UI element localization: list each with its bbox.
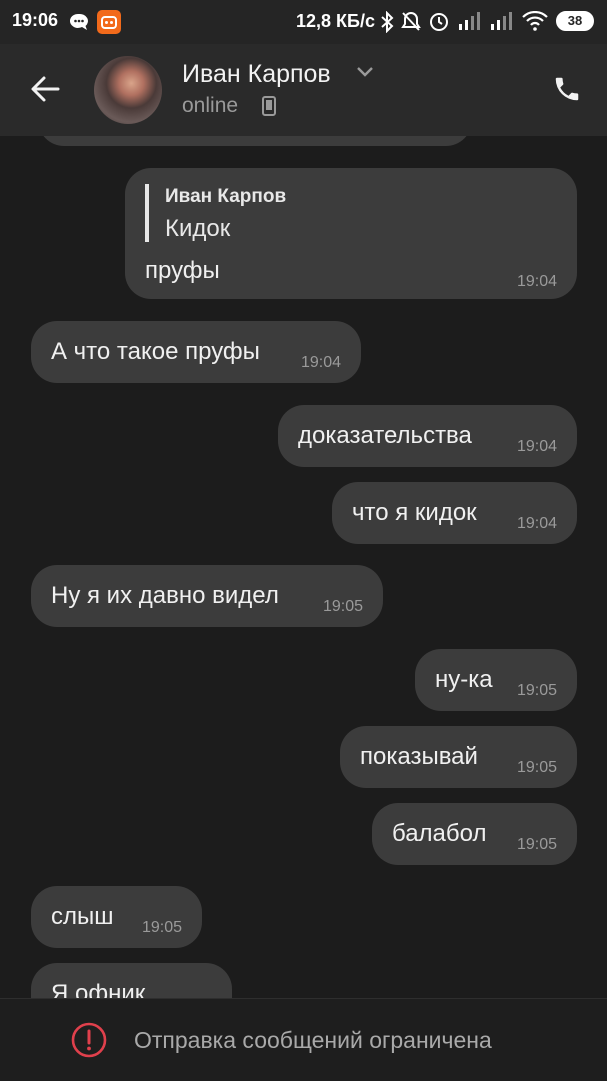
message-bubble-in[interactable]: Ну я их давно видел 19:05 — [31, 565, 383, 627]
chat-bubble-icon — [70, 13, 88, 30]
message-bubble-in[interactable]: А что такое пруфы 19:04 — [31, 321, 361, 383]
contact-status: online — [182, 94, 239, 117]
message-time: 19:05 — [516, 836, 557, 853]
message-bubble-out[interactable]: что я кидок 19:04 — [332, 482, 577, 544]
message-time: 19:04 — [516, 273, 557, 290]
app-notification-icon — [97, 10, 121, 34]
message-text: слыш — [51, 903, 114, 930]
message-text: балабол — [392, 820, 487, 847]
quoted-author: Иван Карпов — [165, 186, 287, 207]
message-text: Ну я их давно видел — [51, 582, 279, 609]
contact-name[interactable]: Иван Карпов — [182, 60, 331, 89]
message-time: 19:04 — [300, 354, 341, 371]
chat-header: Иван Карпов online — [0, 44, 607, 136]
message-time: 19:04 — [516, 515, 557, 532]
call-icon[interactable] — [552, 74, 582, 104]
message-bubble-out[interactable]: показывай 19:05 — [340, 726, 577, 788]
restriction-notice: Отправка сообщений ограничена — [134, 1027, 492, 1053]
message-bubble-out[interactable]: Иван Карпов Кидок пруфы 19:04 — [125, 168, 577, 299]
network-speed: 12,8 КБ/с — [296, 11, 375, 31]
message-time: 19:05 — [322, 598, 363, 615]
message-text: А что такое пруфы — [51, 338, 260, 365]
message-text: Я офник — [51, 980, 146, 998]
message-list[interactable]: Иван Карпов Кидок пруфы 19:04 А что тако… — [0, 136, 607, 998]
mute-icon — [401, 11, 421, 31]
message-bubble-out[interactable]: доказательства 19:04 — [278, 405, 577, 467]
warning-circle-icon — [71, 1022, 107, 1058]
message-bubble-partial — [38, 136, 472, 146]
chevron-down-icon[interactable] — [356, 66, 374, 78]
status-time: 19:06 — [12, 10, 59, 30]
message-text: показывай — [360, 743, 478, 770]
alarm-icon — [430, 13, 448, 31]
quote-bar — [145, 184, 149, 242]
avatar[interactable] — [94, 56, 162, 124]
wifi-icon — [522, 11, 548, 31]
status-bar: 19:06 12,8 КБ/с 38 — [0, 0, 607, 44]
message-bubble-in[interactable]: слыш 19:05 — [31, 886, 202, 948]
messaging-restricted-bar: Отправка сообщений ограничена — [0, 998, 607, 1081]
message-time: 19:05 — [516, 759, 557, 776]
message-text: пруфы — [145, 257, 220, 284]
phone-device-icon — [262, 96, 276, 116]
back-arrow-icon[interactable] — [30, 74, 60, 104]
message-text: ну-ка — [435, 666, 493, 693]
message-bubble-in[interactable]: Я офник — [31, 963, 232, 998]
message-text: доказательства — [298, 422, 472, 449]
message-time: 19:04 — [516, 438, 557, 455]
message-time: 19:05 — [141, 919, 182, 936]
message-time: 19:05 — [516, 682, 557, 699]
signal-icon — [459, 12, 480, 30]
quoted-text: Кидок — [165, 215, 231, 242]
battery-icon: 38 — [556, 11, 594, 31]
message-text: что я кидок — [352, 499, 477, 526]
bluetooth-icon — [381, 11, 394, 33]
message-bubble-out[interactable]: ну-ка 19:05 — [415, 649, 577, 711]
signal-icon — [491, 12, 512, 30]
message-bubble-out[interactable]: балабол 19:05 — [372, 803, 577, 865]
